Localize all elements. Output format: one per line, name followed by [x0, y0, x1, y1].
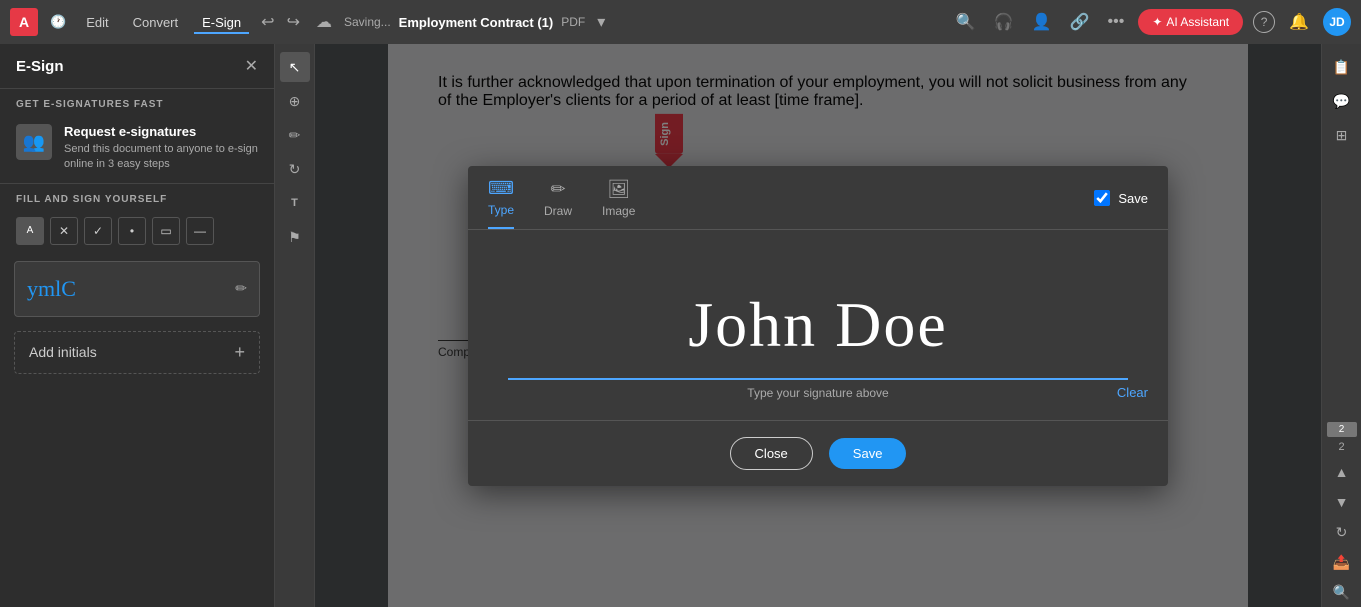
- cursor-tool[interactable]: ↖: [280, 52, 310, 82]
- text-tool[interactable]: T: [280, 188, 310, 218]
- line-tool-btn[interactable]: —: [186, 217, 214, 245]
- ai-assistant-button[interactable]: ✦ AI Assistant: [1138, 9, 1243, 35]
- right-comment-icon[interactable]: 💬: [1327, 86, 1357, 116]
- acrobat-logo: A: [10, 8, 38, 36]
- undo-icon[interactable]: ↩: [257, 8, 278, 36]
- request-text: Request e-signatures Send this document …: [64, 124, 258, 173]
- modal-tabs: ⌨ Type ✏ Draw 🖼 Image: [468, 166, 1168, 230]
- request-title: Request e-signatures: [64, 124, 258, 139]
- panel-title: E-Sign: [16, 58, 64, 75]
- edit-signature-icon[interactable]: ✏: [235, 280, 247, 297]
- clear-button[interactable]: Clear: [1117, 385, 1148, 400]
- tab-draw[interactable]: ✏ Draw: [544, 179, 572, 228]
- type-hint: Type your signature above: [747, 386, 888, 400]
- modal-save-button[interactable]: Save: [829, 438, 907, 469]
- nav-convert[interactable]: Convert: [125, 11, 187, 34]
- modal-close-button[interactable]: Close: [730, 437, 813, 470]
- help-icon[interactable]: ?: [1253, 11, 1275, 33]
- signature-modal: ⌨ Type ✏ Draw 🖼 Image: [468, 166, 1168, 486]
- signature-box[interactable]: ymlC ✏: [14, 261, 260, 317]
- cloud-icon: ☁: [312, 8, 336, 36]
- add-initials-icon[interactable]: +: [234, 342, 245, 363]
- nav-edit[interactable]: Edit: [78, 11, 116, 34]
- redo-icon[interactable]: ↪: [283, 8, 304, 36]
- person-icon[interactable]: 👤: [1028, 8, 1056, 36]
- modal-overlay: ⌨ Type ✏ Draw 🖼 Image: [315, 44, 1321, 607]
- export-icon[interactable]: 📤: [1327, 547, 1357, 577]
- text-tool-btn[interactable]: A: [16, 217, 44, 245]
- image-tab-label: Image: [602, 204, 635, 218]
- dropdown-icon[interactable]: ▾: [593, 8, 609, 36]
- zoom-tool[interactable]: ⊕: [280, 86, 310, 116]
- zoom-out-icon[interactable]: 🔍: [1327, 577, 1357, 607]
- search-icon[interactable]: 🔍: [952, 8, 980, 36]
- left-sidebar-tools: ↖ ⊕ ✏ ↻ T ⚑: [275, 44, 315, 607]
- cross-tool-btn[interactable]: ✕: [50, 217, 78, 245]
- dot-tool-btn[interactable]: •: [118, 217, 146, 245]
- section-label-2: FILL AND SIGN YOURSELF: [0, 184, 274, 209]
- rect-tool-btn[interactable]: ▭: [152, 217, 180, 245]
- doc-wrapper: It is further acknowledged that upon ter…: [315, 44, 1321, 607]
- check-tool-btn[interactable]: ✓: [84, 217, 112, 245]
- add-initials-label: Add initials: [29, 344, 97, 360]
- toolbar-right: 🔍 🎧 👤 🔗 ••• ✦ AI Assistant ? 🔔 JD: [952, 8, 1351, 36]
- type-tab-icon: ⌨: [488, 178, 514, 199]
- undo-redo-group: ↩ ↪: [257, 8, 304, 36]
- right-bottom-tools: 2 2 ▲ ▼ ↻ 📤 🔍: [1327, 422, 1357, 607]
- draw-tab-label: Draw: [544, 204, 572, 218]
- signature-underline: [508, 378, 1128, 380]
- save-checkbox[interactable]: [1094, 190, 1110, 206]
- page-number-2: 2: [1327, 441, 1357, 453]
- headphones-icon[interactable]: 🎧: [990, 8, 1018, 36]
- panel-close-icon[interactable]: ✕: [245, 56, 258, 76]
- document-area: It is further acknowledged that upon ter…: [315, 44, 1321, 607]
- draw-tab-icon: ✏: [550, 179, 565, 200]
- fill-tools: A ✕ ✓ • ▭ —: [0, 209, 274, 253]
- esign-panel: E-Sign ✕ GET E-SIGNATURES FAST 👥 Request…: [0, 44, 275, 607]
- request-icon: 👥: [16, 124, 52, 160]
- link-icon[interactable]: 🔗: [1066, 8, 1094, 36]
- ai-btn-label: AI Assistant: [1166, 15, 1229, 29]
- right-grid-icon[interactable]: ⊞: [1327, 120, 1357, 150]
- type-tab-label: Type: [488, 203, 514, 217]
- stamp-tool[interactable]: ⚑: [280, 222, 310, 252]
- right-form-icon[interactable]: 📋: [1327, 52, 1357, 82]
- image-tab-icon: 🖼: [607, 179, 630, 200]
- tab-image[interactable]: 🖼 Image: [602, 179, 635, 228]
- document-title: Employment Contract (1): [399, 15, 554, 30]
- modal-footer: Close Save: [468, 420, 1168, 486]
- history-icon[interactable]: 🕐: [46, 10, 70, 34]
- modal-save-area: Save: [1094, 190, 1148, 216]
- main-layout: E-Sign ✕ GET E-SIGNATURES FAST 👥 Request…: [0, 44, 1361, 607]
- refresh-icon[interactable]: ↻: [1327, 517, 1357, 547]
- signature-input-area[interactable]: John Doe Type your signature above Clear: [468, 230, 1168, 420]
- more-icon[interactable]: •••: [1104, 9, 1129, 35]
- nav-esign[interactable]: E-Sign: [194, 11, 249, 34]
- request-desc: Send this document to anyone to e-sign o…: [64, 142, 258, 173]
- saving-status: Saving...: [344, 15, 391, 29]
- page-number-badge: 2: [1327, 422, 1357, 437]
- right-panel: 📋 💬 ⊞ 2 2 ▲ ▼ ↻ 📤 🔍: [1321, 44, 1361, 607]
- panel-header: E-Sign ✕: [0, 44, 274, 89]
- rotate-tool[interactable]: ↻: [280, 154, 310, 184]
- scroll-down-icon[interactable]: ▼: [1327, 487, 1357, 517]
- save-label: Save: [1118, 191, 1148, 206]
- avatar[interactable]: JD: [1323, 8, 1351, 36]
- signature-preview: ymlC: [27, 276, 76, 302]
- section-label-1: GET E-SIGNATURES FAST: [0, 89, 274, 114]
- pencil-tool[interactable]: ✏: [280, 120, 310, 150]
- doc-format: PDF: [561, 15, 585, 29]
- signature-display: John Doe: [688, 288, 948, 362]
- add-initials-row[interactable]: Add initials +: [14, 331, 260, 374]
- top-toolbar: A 🕐 Edit Convert E-Sign ↩ ↪ ☁ Saving... …: [0, 0, 1361, 44]
- scroll-up-icon[interactable]: ▲: [1327, 457, 1357, 487]
- bell-icon[interactable]: 🔔: [1285, 8, 1313, 36]
- request-esignatures[interactable]: 👥 Request e-signatures Send this documen…: [0, 114, 274, 184]
- tab-type[interactable]: ⌨ Type: [488, 178, 514, 229]
- ai-icon: ✦: [1152, 15, 1162, 29]
